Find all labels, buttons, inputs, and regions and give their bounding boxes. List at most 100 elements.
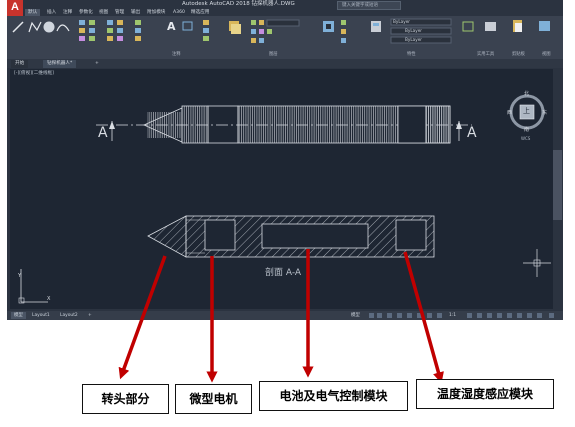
annotation-visibility-icon[interactable]	[467, 313, 472, 318]
annotation-small-icons	[203, 20, 209, 41]
quick-properties-icon[interactable]	[507, 313, 512, 318]
grid-toggle-icon[interactable]	[369, 313, 374, 318]
measure-icon	[485, 22, 496, 31]
tab-output[interactable]: 输出	[131, 9, 140, 16]
snap-toggle-icon[interactable]	[377, 313, 382, 318]
polar-toggle-icon[interactable]	[397, 313, 402, 318]
workspace-switch-icon[interactable]	[477, 313, 482, 318]
otrack-toggle-icon[interactable]	[417, 313, 422, 318]
ribbon-tools: A	[12, 18, 550, 44]
modify-tools-icon	[79, 20, 141, 41]
tab-manage[interactable]: 管理	[115, 9, 124, 16]
crosshair-cursor	[523, 249, 551, 277]
annotation-monitor-icon[interactable]	[487, 313, 492, 318]
viewcube-south[interactable]: 南	[524, 126, 529, 133]
linetype-dropdown[interactable]: ByLayer	[405, 28, 422, 34]
customization-menu-icon[interactable]	[549, 313, 554, 318]
sensor-cavity	[395, 219, 427, 251]
document-tabs: 开始 钻探机器人* +	[7, 59, 563, 68]
isolate-objects-icon[interactable]	[517, 313, 522, 318]
text-tool-icon: A	[167, 20, 176, 33]
block-tools-icons	[341, 20, 346, 43]
ortho-toggle-icon[interactable]	[387, 313, 392, 318]
line-tool-icon	[12, 21, 24, 33]
panel-label-layers[interactable]: 图层	[269, 51, 278, 57]
lineweight-dropdown[interactable]: ByLayer	[405, 37, 422, 43]
ribbon-tabs: 默认 插入 注释 参数化 视图 管理 输出 附加模块 A360 精选应用	[23, 9, 563, 16]
layout-tab-2[interactable]: Layout2	[57, 312, 81, 319]
autocad-window: A Autodesk AutoCAD 2018 钻探机器人.DWG 键入关键字或…	[7, 0, 563, 320]
tab-view[interactable]: 视图	[99, 9, 108, 16]
tab-parametric[interactable]: 参数化	[79, 9, 93, 16]
view-base-icon	[539, 21, 550, 31]
layer-tools-icons	[251, 19, 300, 43]
label-temp-humidity-module: 温度湿度感应模块	[416, 379, 554, 409]
section-caption: 剖面 A-A	[265, 266, 302, 278]
tab-a360[interactable]: A360	[173, 9, 185, 16]
tab-default[interactable]: 默认	[25, 9, 41, 16]
clean-screen-icon[interactable]	[537, 313, 542, 318]
viewcube-north[interactable]: 北	[524, 90, 529, 97]
autocad-logo-letter: A	[11, 1, 19, 13]
section-mark-left: A	[98, 121, 115, 141]
panel-label-view[interactable]: 视图	[542, 51, 551, 57]
tab-insert[interactable]: 插入	[47, 9, 56, 16]
tab-addins[interactable]: 附加模块	[147, 9, 165, 16]
match-properties-icon	[371, 21, 381, 32]
label-battery-control-module: 电池及电气控制模块	[259, 381, 408, 411]
circle-tool-icon	[43, 21, 55, 33]
block-insert-icon	[323, 21, 334, 32]
doc-tab-start[interactable]: 开始	[11, 60, 29, 68]
window-title: Autodesk AutoCAD 2018 钻探机器人.DWG	[182, 1, 295, 7]
label-drill-head: 转头部分	[82, 384, 169, 414]
doc-tab-drawing[interactable]: 钻探机器人*	[43, 60, 77, 68]
section-mark-right: A	[456, 121, 477, 141]
dimension-tool-icon	[182, 21, 193, 31]
viewcube-west[interactable]: 西	[507, 109, 512, 116]
viewcube-top-face[interactable]: 上	[523, 106, 530, 116]
viewcube-east[interactable]: 东	[542, 109, 547, 116]
svg-text:A: A	[467, 125, 477, 141]
title-bar: A Autodesk AutoCAD 2018 钻探机器人.DWG 键入关键字或…	[7, 0, 563, 21]
navigation-bar[interactable]	[553, 150, 562, 220]
annotation-scale[interactable]: 1:1	[449, 312, 456, 319]
svg-text:X: X	[47, 296, 51, 302]
tab-annotate[interactable]: 注释	[63, 9, 72, 16]
label-micro-motor: 微型电机	[175, 384, 252, 414]
panel-label-utilities[interactable]: 实用工具	[477, 51, 494, 57]
ucs-icon: Y X	[17, 269, 51, 304]
battery-cavity	[261, 223, 369, 249]
status-bar: 模型 Layout1 Layout2 + 模型 1:1	[7, 311, 563, 320]
layer-properties-icon	[229, 21, 241, 34]
osnap-toggle-icon[interactable]	[407, 313, 412, 318]
tab-featured-apps[interactable]: 精选应用	[191, 9, 209, 16]
units-icon[interactable]	[497, 313, 502, 318]
svg-text:A: A	[167, 20, 176, 33]
layout-tab-model[interactable]: 模型	[11, 312, 26, 319]
add-layout-button[interactable]: +	[85, 312, 95, 319]
layout-tab-1[interactable]: Layout1	[29, 312, 53, 319]
drill-tip-thread	[147, 112, 182, 138]
panel-label-properties[interactable]: 特性	[407, 51, 416, 57]
color-dropdown[interactable]: ByLayer	[393, 19, 410, 25]
paste-icon	[513, 20, 522, 32]
panel-label-annotate[interactable]: 注释	[172, 51, 181, 57]
polyline-tool-icon	[28, 21, 42, 33]
svg-text:A: A	[98, 125, 108, 141]
viewcube[interactable]: 上 北 南 东 西 WCS	[507, 90, 547, 141]
drawing-viewport[interactable]: [-][俯视][二维线框] A A 剖面 A-A Y X	[10, 69, 553, 309]
panel-label-clipboard[interactable]: 剪贴板	[512, 51, 525, 57]
lineweight-toggle-icon[interactable]	[427, 313, 432, 318]
hardware-acceleration-icon[interactable]	[527, 313, 532, 318]
new-tab-button[interactable]: +	[91, 60, 103, 68]
group-icon	[462, 21, 474, 32]
drill-top-view	[96, 105, 472, 144]
cad-drawing: A A 剖面 A-A Y X	[17, 105, 551, 304]
ribbon: A ByLayer ByLayer ByLayer 注释 图层 特性 实用工具 …	[7, 16, 563, 60]
drill-section-view	[147, 215, 435, 258]
arc-tool-icon	[56, 24, 70, 32]
wcs-menu[interactable]: WCS	[521, 136, 530, 141]
transparency-toggle-icon[interactable]	[437, 313, 442, 318]
model-space-toggle[interactable]: 模型	[351, 312, 360, 319]
micro-motor-cavity	[204, 219, 236, 251]
